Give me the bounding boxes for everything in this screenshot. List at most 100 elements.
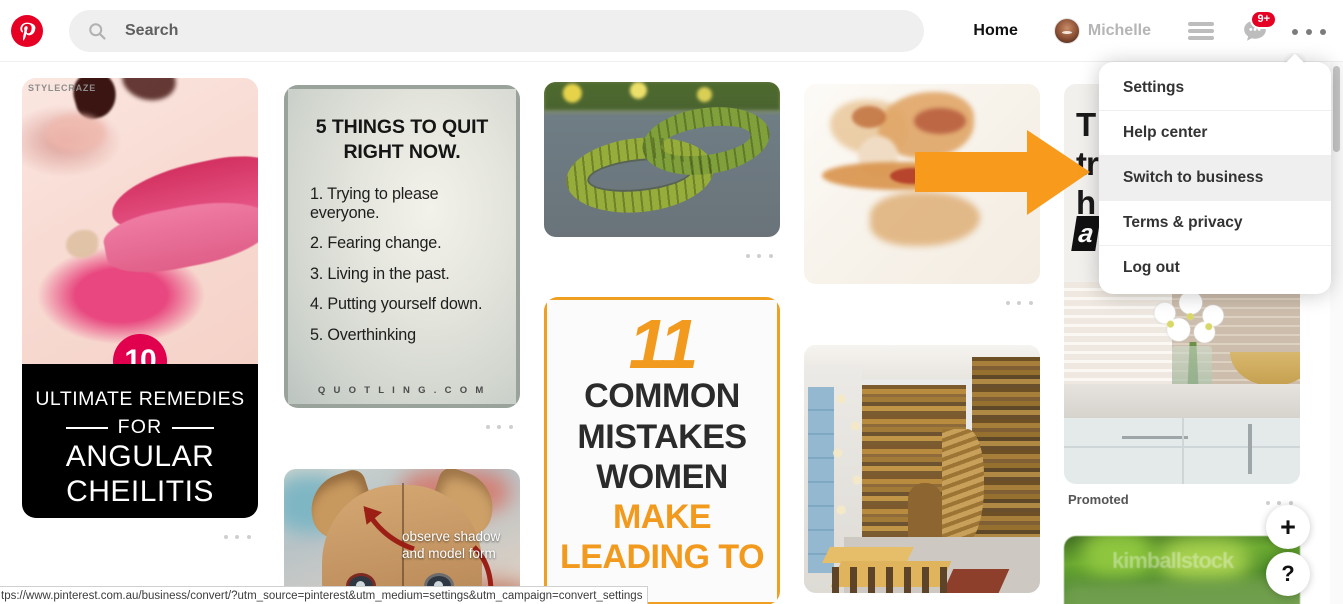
grass-blur: [1064, 582, 1300, 604]
scrollbar-thumb[interactable]: [1333, 66, 1340, 152]
pin-headline-2-row: FOR: [30, 416, 250, 439]
nav-home-link[interactable]: Home: [963, 14, 1027, 48]
pinterest-app: Home Michelle 9+: [0, 0, 1343, 604]
divider-line: [172, 426, 215, 429]
dot: [223, 535, 228, 539]
dot: [508, 425, 513, 429]
pin-image[interactable]: kimballstock: [1064, 536, 1300, 604]
pin-card-mistakes[interactable]: 11 COMMON MISTAKES WOMEN MAKE LEADING TO: [544, 297, 780, 604]
library-spiral-staircase: [942, 429, 984, 545]
dot: [1005, 301, 1010, 305]
top-navigation-bar: Home Michelle 9+: [0, 0, 1343, 62]
dot: [1320, 28, 1327, 35]
avatar: [1053, 17, 1080, 44]
plus-icon: +: [1280, 511, 1296, 542]
menu-item-switch-to-business[interactable]: Switch to business: [1099, 156, 1331, 201]
pin-image[interactable]: 11 COMMON MISTAKES WOMEN MAKE LEADING TO: [544, 297, 780, 604]
pin-more-icon[interactable]: [1004, 292, 1034, 310]
mistakes-line-5: LEADING TO: [559, 537, 765, 576]
cabinet-handle: [1122, 436, 1188, 439]
hamburger-bar: [1188, 21, 1214, 26]
search-icon: [89, 22, 106, 40]
nav-username: Michelle: [1087, 21, 1151, 39]
pin-more-icon[interactable]: [744, 245, 774, 263]
dot: [1277, 501, 1282, 505]
hamburger-bar: [1188, 28, 1214, 33]
search-box[interactable]: [69, 9, 924, 52]
library-chandelier: [828, 381, 872, 531]
dot: [1028, 301, 1033, 305]
dropdown-caret: [1284, 53, 1306, 64]
kitchen-countertop: [1064, 384, 1300, 418]
library-door: [908, 483, 942, 543]
dot: [235, 535, 240, 539]
dot: [757, 254, 762, 258]
page-scrollbar[interactable]: [1330, 62, 1343, 604]
cat-annotation-note: observe shadow and model form: [402, 529, 500, 563]
more-dots-icon[interactable]: [1289, 11, 1329, 51]
pin-card-bangles[interactable]: [544, 82, 780, 271]
help-button[interactable]: ?: [1266, 552, 1310, 596]
messages-icon[interactable]: 9+: [1235, 9, 1277, 51]
pin-image[interactable]: observe shadow and model form reserve hi…: [284, 469, 520, 604]
quote-graphic: 5 THINGS TO QUIT RIGHT NOW. 1. Trying to…: [284, 85, 520, 408]
background-flowers: [544, 82, 780, 110]
lip-corner-shape: [66, 230, 98, 258]
dot: [485, 425, 490, 429]
pin-card-angular-cheilitis[interactable]: STYLECRAZE 10 ULTIMATE REMEDIES FOR ANGU…: [22, 78, 258, 552]
pin-meta: [804, 593, 1040, 604]
pin-card-library[interactable]: [804, 345, 1040, 604]
pin-image[interactable]: STYLECRAZE 10 ULTIMATE REMEDIES FOR ANGU…: [22, 78, 258, 518]
promoted-overlay-line-2: tr: [1076, 144, 1099, 182]
pin-headline-1: ULTIMATE REMEDIES: [35, 388, 245, 411]
pin-more-icon[interactable]: [484, 416, 514, 434]
promoted-label: Promoted: [1068, 492, 1129, 507]
list-item: 4. Putting yourself down.: [310, 295, 483, 314]
dot: [1265, 501, 1270, 505]
nav-right-group: Home Michelle 9+: [963, 9, 1343, 51]
pin-card-watercolor[interactable]: [804, 84, 1040, 318]
mistakes-number: 11: [628, 305, 699, 383]
quote-list: 1. Trying to please everyone. 2. Fearing…: [304, 185, 500, 345]
create-pin-button[interactable]: +: [1266, 505, 1310, 549]
nostril-shape: [118, 78, 180, 106]
menu-item-terms-privacy[interactable]: Terms & privacy: [1099, 201, 1331, 246]
pin-meta: [22, 518, 258, 552]
pin-meta: [544, 237, 780, 271]
pin-image[interactable]: [804, 84, 1040, 284]
stock-watermark: kimballstock: [1112, 548, 1234, 573]
quote-title-line2: RIGHT NOW.: [343, 140, 461, 163]
nav-user-profile[interactable]: Michelle: [1044, 12, 1161, 50]
pin-image[interactable]: [804, 345, 1040, 593]
annotation-line-1: observe shadow: [402, 529, 501, 544]
kitchen-cabinets: [1064, 418, 1300, 484]
list-item: 2. Fearing change.: [310, 234, 442, 253]
dot: [1291, 28, 1298, 35]
watercolor-wash: [870, 192, 980, 246]
pin-card-cat-drawing[interactable]: observe shadow and model form reserve hi…: [284, 469, 520, 604]
browser-status-bar-url: tps://www.pinterest.com.au/business/conv…: [0, 586, 649, 604]
menu-item-log-out[interactable]: Log out: [1099, 246, 1331, 290]
pin-image[interactable]: 5 THINGS TO QUIT RIGHT NOW. 1. Trying to…: [284, 85, 520, 408]
watercolor-wash: [890, 168, 934, 184]
search-input[interactable]: [125, 21, 924, 40]
pin-more-icon[interactable]: [222, 526, 252, 544]
divider-line: [65, 426, 108, 429]
watercolor-wash: [914, 108, 966, 134]
messages-badge: 9+: [1250, 9, 1277, 29]
dot: [768, 254, 773, 258]
hamburger-icon[interactable]: [1181, 11, 1221, 51]
nose-wing-shape: [46, 114, 106, 152]
pin-card-green[interactable]: kimballstock: [1064, 536, 1300, 604]
pin-card-quit[interactable]: 5 THINGS TO QUIT RIGHT NOW. 1. Trying to…: [284, 85, 520, 442]
quote-title-line1: 5 THINGS TO QUIT: [315, 116, 489, 138]
pin-image[interactable]: [544, 82, 780, 237]
menu-item-settings[interactable]: Settings: [1099, 66, 1331, 111]
pinterest-logo-icon[interactable]: [11, 14, 43, 47]
menu-item-help-center[interactable]: Help center: [1099, 111, 1331, 156]
mistakes-graphic: 11 COMMON MISTAKES WOMEN MAKE LEADING TO: [544, 297, 780, 604]
list-item: 5. Overthinking: [310, 325, 416, 344]
help-icon: ?: [1281, 561, 1295, 586]
pin-headline-3a: ANGULAR: [65, 440, 215, 474]
list-item: 3. Living in the past.: [310, 264, 450, 283]
